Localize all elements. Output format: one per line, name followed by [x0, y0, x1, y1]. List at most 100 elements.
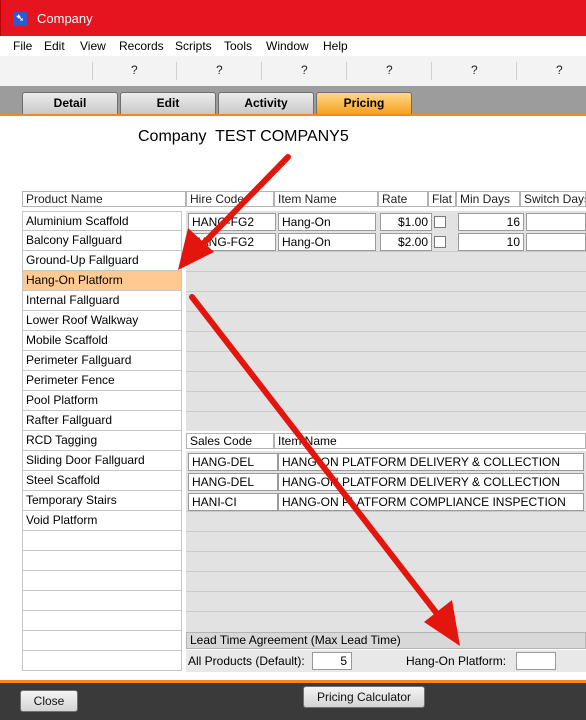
toolbar-separator: [431, 62, 432, 80]
rate-field[interactable]: $1.00: [380, 213, 432, 231]
product-item[interactable]: RCD Tagging: [22, 431, 182, 451]
row-divider: [186, 371, 586, 372]
product-item[interactable]: Lower Roof Walkway: [22, 311, 182, 331]
product-item[interactable]: Sliding Door Fallguard: [22, 451, 182, 471]
menu-records[interactable]: Records: [119, 39, 164, 53]
item-name-field[interactable]: Hang-On: [278, 233, 376, 251]
tab-detail[interactable]: Detail: [22, 92, 118, 114]
toolbar-separator: [92, 62, 93, 80]
min-days-header: Min Days: [456, 191, 520, 207]
menu-bar: File Edit View Records Scripts Tools Win…: [0, 36, 586, 56]
row-divider: [186, 551, 586, 552]
toolbar-separator: [346, 62, 347, 80]
row-divider: [186, 311, 586, 312]
product-item-empty: [22, 551, 182, 571]
product-lead-time-label: Hang-On Platform:: [406, 654, 507, 668]
hire-row: HANG-FG2 Hang-On $2.00 10: [186, 232, 586, 252]
sales-item-field[interactable]: HANG-ON PLATFORM DELIVERY & COLLECTION: [278, 453, 584, 471]
product-item-empty: [22, 611, 182, 631]
tab-edit[interactable]: Edit: [120, 92, 216, 114]
tab-pricing[interactable]: Pricing: [316, 92, 412, 114]
footer-bar: Close Pricing Calculator: [0, 680, 586, 720]
product-list: Aluminium Scaffold Balcony Fallguard Gro…: [22, 211, 182, 671]
hire-code-header: Hire Code: [186, 191, 274, 207]
product-item[interactable]: Void Platform: [22, 511, 182, 531]
flat-checkbox[interactable]: [434, 216, 446, 228]
product-item[interactable]: Rafter Fallguard: [22, 411, 182, 431]
product-item[interactable]: Internal Fallguard: [22, 291, 182, 311]
toolbar-separator: [261, 62, 262, 80]
product-item-empty: [22, 591, 182, 611]
sales-item-field[interactable]: HANG-ON PLATFORM COMPLIANCE INSPECTION: [278, 493, 584, 511]
menu-help[interactable]: Help: [323, 39, 348, 53]
toolbar-button-1[interactable]: ?: [131, 63, 138, 77]
menu-file[interactable]: File: [13, 39, 32, 53]
product-item[interactable]: Balcony Fallguard: [22, 231, 182, 251]
sales-item-field[interactable]: HANG-ON PLATFORM DELIVERY & COLLECTION: [278, 473, 584, 491]
item-name-header: Item Name: [274, 191, 378, 207]
row-divider: [186, 271, 586, 272]
tab-activity[interactable]: Activity: [218, 92, 314, 114]
product-item-selected[interactable]: Hang-On Platform: [22, 271, 182, 291]
toolbar-button-2[interactable]: ?: [216, 63, 223, 77]
menu-window[interactable]: Window: [266, 39, 309, 53]
item-name-field[interactable]: Hang-On: [278, 213, 376, 231]
product-name-header: Product Name: [22, 191, 186, 207]
row-divider: [186, 611, 586, 612]
row-divider: [186, 391, 586, 392]
pricing-calculator-button[interactable]: Pricing Calculator: [303, 686, 425, 708]
product-lead-time-field[interactable]: [516, 652, 556, 670]
product-item[interactable]: Perimeter Fence: [22, 371, 182, 391]
menu-view[interactable]: View: [80, 39, 106, 53]
row-divider: [186, 591, 586, 592]
product-item[interactable]: Steel Scaffold: [22, 471, 182, 491]
toolbar-button-6[interactable]: ?: [556, 63, 563, 77]
row-divider: [186, 531, 586, 532]
product-item-empty: [22, 571, 182, 591]
flat-header: Flat: [428, 191, 456, 207]
product-item[interactable]: Pool Platform: [22, 391, 182, 411]
product-item[interactable]: Aluminium Scaffold: [22, 211, 182, 231]
min-days-field[interactable]: 16: [458, 213, 524, 231]
hire-code-field[interactable]: HANG-FG2: [188, 213, 276, 231]
switch-days-field[interactable]: [526, 213, 586, 231]
switch-days-field[interactable]: [526, 233, 586, 251]
sales-code-field[interactable]: HANI-CI: [188, 493, 278, 511]
toolbar-button-4[interactable]: ?: [386, 63, 393, 77]
rate-field[interactable]: $2.00: [380, 233, 432, 251]
toolbar-separator: [176, 62, 177, 80]
filemaker-icon: ➴: [13, 12, 27, 26]
toolbar-button-5[interactable]: ?: [471, 63, 478, 77]
product-item[interactable]: Temporary Stairs: [22, 491, 182, 511]
row-divider: [186, 571, 586, 572]
sales-row: HANG-DEL HANG-ON PLATFORM DELIVERY & COL…: [186, 452, 586, 472]
all-products-lead-time-field[interactable]: 5: [312, 652, 352, 670]
sales-code-field[interactable]: HANG-DEL: [188, 453, 278, 471]
tab-strip: Detail Edit Activity Pricing: [0, 86, 586, 116]
row-divider: [186, 331, 586, 332]
close-button[interactable]: Close: [20, 690, 78, 712]
product-item-empty: [22, 531, 182, 551]
flat-checkbox[interactable]: [434, 236, 446, 248]
sales-row: HANG-DEL HANG-ON PLATFORM DELIVERY & COL…: [186, 472, 586, 492]
toolbar-button-3[interactable]: ?: [301, 63, 308, 77]
row-divider: [186, 291, 586, 292]
lead-time-row: All Products (Default): 5 Hang-On Platfo…: [186, 650, 586, 672]
product-item-empty: [22, 651, 182, 671]
menu-scripts[interactable]: Scripts: [175, 39, 212, 53]
product-item[interactable]: Mobile Scaffold: [22, 331, 182, 351]
company-heading: Company TEST COMPANY5: [138, 128, 349, 146]
toolbar-separator: [516, 62, 517, 80]
menu-tools[interactable]: Tools: [224, 39, 252, 53]
hire-code-field[interactable]: HANG-FG2: [188, 233, 276, 251]
all-products-label: All Products (Default):: [188, 654, 305, 668]
product-item[interactable]: Perimeter Fallguard: [22, 351, 182, 371]
title-bar: ➴ Company: [0, 0, 586, 36]
min-days-field[interactable]: 10: [458, 233, 524, 251]
company-label: Company: [138, 128, 207, 145]
window-title: Company: [37, 11, 93, 26]
menu-edit[interactable]: Edit: [44, 39, 65, 53]
lead-time-header: Lead Time Agreement (Max Lead Time): [186, 632, 586, 649]
product-item[interactable]: Ground-Up Fallguard: [22, 251, 182, 271]
sales-code-field[interactable]: HANG-DEL: [188, 473, 278, 491]
